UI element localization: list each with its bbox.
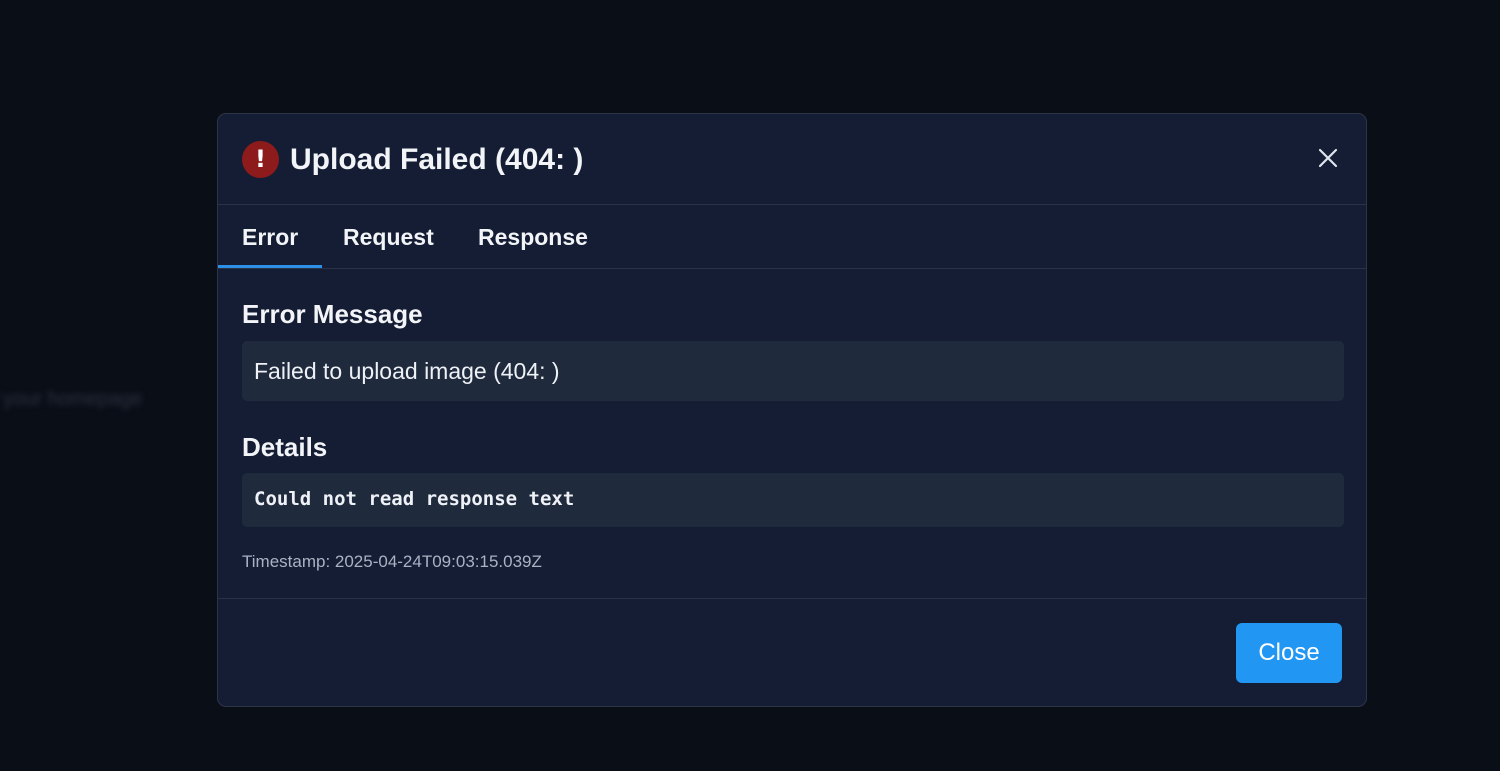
error-icon: ! (242, 141, 279, 178)
details-heading: Details (242, 432, 328, 462)
tab-request[interactable]: Request (319, 205, 458, 268)
dialog-footer: Close (218, 599, 1366, 706)
details-box: Could not read response text (242, 473, 1344, 527)
timestamp: Timestamp: 2025-04-24T09:03:15.039Z (242, 552, 542, 571)
error-dialog: ! Upload Failed (404: ) Error Request Re… (217, 113, 1367, 707)
tab-error[interactable]: Error (218, 205, 323, 268)
error-message-heading: Error Message (242, 299, 423, 329)
close-icon[interactable] (1316, 146, 1340, 170)
close-button[interactable]: Close (1236, 623, 1342, 683)
background-blurred-text: f your homepage (0, 388, 143, 410)
error-message-text: Failed to upload image (404: ) (254, 358, 560, 384)
error-message-box: Failed to upload image (404: ) (242, 341, 1344, 401)
dialog-tabs: Error Request Response (218, 205, 1366, 269)
details-text: Could not read response text (254, 488, 575, 510)
tab-content-error: Error Message Failed to upload image (40… (218, 269, 1366, 599)
dialog-title: Upload Failed (404: ) (290, 143, 584, 176)
tab-response[interactable]: Response (454, 205, 612, 268)
dialog-header: ! Upload Failed (404: ) (218, 114, 1366, 205)
